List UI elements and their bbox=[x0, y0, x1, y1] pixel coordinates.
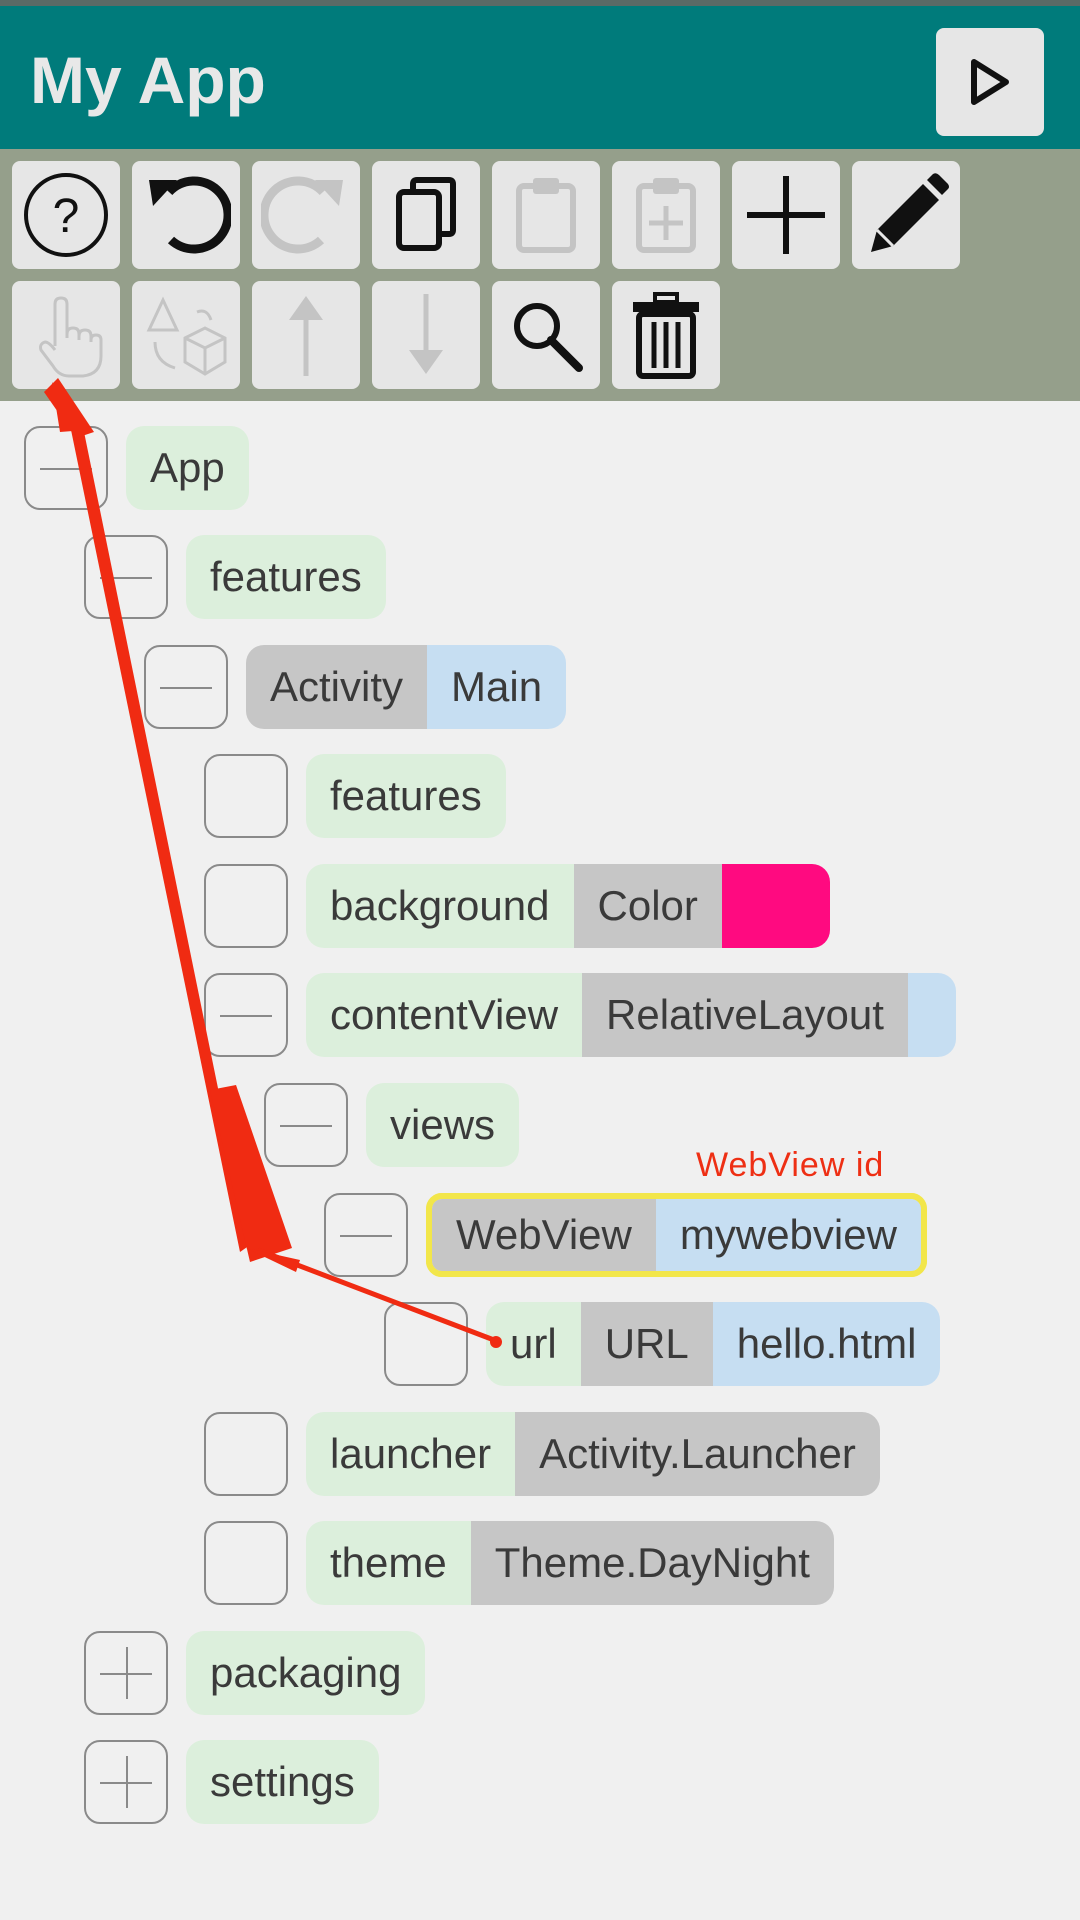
minus-icon bbox=[160, 687, 212, 689]
node-background-type: Color bbox=[573, 864, 722, 948]
redo-button[interactable] bbox=[252, 161, 360, 269]
node-settings-label: settings bbox=[186, 1740, 379, 1824]
node-background[interactable]: background Color bbox=[306, 864, 830, 948]
paste-icon bbox=[516, 178, 576, 253]
move-up-button[interactable] bbox=[252, 281, 360, 389]
node-webview[interactable]: WebView mywebview bbox=[426, 1193, 927, 1277]
node-background-label: background bbox=[306, 864, 574, 948]
app-title: My App bbox=[30, 43, 266, 117]
shapes-transform-icon bbox=[146, 296, 227, 376]
copy-icon bbox=[396, 177, 456, 251]
node-launcher[interactable]: launcher Activity.Launcher bbox=[306, 1412, 880, 1496]
search-button[interactable] bbox=[492, 281, 600, 389]
plus-icon-v bbox=[126, 1647, 128, 1699]
toolbar: ? bbox=[0, 149, 1080, 401]
expand-toggle-settings[interactable] bbox=[84, 1740, 168, 1824]
node-packaging-label: packaging bbox=[186, 1631, 426, 1715]
copy-button[interactable] bbox=[372, 161, 480, 269]
node-theme-label: theme bbox=[306, 1521, 471, 1605]
toggle-activity-features[interactable] bbox=[204, 754, 288, 838]
help-icon: ? bbox=[24, 173, 108, 257]
redo-icon bbox=[261, 176, 343, 254]
node-url-value: hello.html bbox=[712, 1302, 941, 1386]
paste-add-icon bbox=[636, 178, 696, 253]
node-packaging[interactable]: packaging bbox=[186, 1631, 426, 1715]
add-button[interactable] bbox=[732, 161, 840, 269]
node-activity[interactable]: Activity Main bbox=[246, 645, 567, 729]
node-views[interactable]: views bbox=[366, 1083, 520, 1167]
minus-icon bbox=[280, 1125, 332, 1127]
expand-toggle-packaging[interactable] bbox=[84, 1631, 168, 1715]
plus-icon-v bbox=[126, 1756, 128, 1808]
node-contentview[interactable]: contentView RelativeLayout bbox=[306, 973, 956, 1057]
node-contentview-label: contentView bbox=[306, 973, 583, 1057]
node-contentview-type: RelativeLayout bbox=[582, 973, 908, 1057]
arrow-down-icon bbox=[409, 294, 443, 374]
node-launcher-type: Activity.Launcher bbox=[515, 1412, 880, 1496]
undo-button[interactable] bbox=[132, 161, 240, 269]
node-activity-features-label: features bbox=[306, 754, 506, 838]
undo-icon bbox=[149, 176, 231, 254]
node-features-label: features bbox=[186, 535, 386, 619]
search-icon bbox=[514, 303, 583, 372]
node-settings[interactable]: settings bbox=[186, 1740, 379, 1824]
node-launcher-label: launcher bbox=[306, 1412, 516, 1496]
node-activity-features[interactable]: features bbox=[306, 754, 506, 838]
node-webview-value: mywebview bbox=[655, 1199, 921, 1271]
help-button[interactable]: ? bbox=[12, 161, 120, 269]
node-app[interactable]: App bbox=[126, 426, 249, 510]
minus-icon bbox=[340, 1235, 392, 1237]
node-activity-type: Activity bbox=[246, 645, 428, 729]
pencil-icon bbox=[871, 173, 949, 252]
collapse-toggle-contentview[interactable] bbox=[204, 973, 288, 1057]
play-icon bbox=[971, 59, 1009, 105]
toggle-launcher[interactable] bbox=[204, 1412, 288, 1496]
node-url-type: URL bbox=[580, 1302, 713, 1386]
paste-button[interactable] bbox=[492, 161, 600, 269]
node-webview-type: WebView bbox=[432, 1199, 656, 1271]
node-features[interactable]: features bbox=[186, 535, 386, 619]
node-url-label: url bbox=[486, 1302, 581, 1386]
node-activity-value: Main bbox=[427, 645, 567, 729]
svg-text:?: ? bbox=[53, 190, 80, 243]
app-bar: My App bbox=[0, 6, 1080, 149]
object-tree: App features Activity Main features back… bbox=[0, 401, 1080, 1920]
collapse-toggle-activity[interactable] bbox=[144, 645, 228, 729]
node-theme[interactable]: theme Theme.DayNight bbox=[306, 1521, 834, 1605]
collapse-toggle-features[interactable] bbox=[84, 535, 168, 619]
node-views-label: views bbox=[366, 1083, 520, 1167]
node-contentview-value bbox=[907, 973, 956, 1057]
node-url[interactable]: url URL hello.html bbox=[486, 1302, 941, 1386]
node-app-label: App bbox=[126, 426, 249, 510]
toggle-url[interactable] bbox=[384, 1302, 468, 1386]
node-theme-type: Theme.DayNight bbox=[470, 1521, 834, 1605]
arrow-up-icon bbox=[289, 296, 323, 376]
collapse-toggle-views[interactable] bbox=[264, 1083, 348, 1167]
edit-button[interactable] bbox=[852, 161, 960, 269]
trash-icon bbox=[633, 292, 699, 379]
transform-button[interactable] bbox=[132, 281, 240, 389]
toggle-theme[interactable] bbox=[204, 1521, 288, 1605]
run-button[interactable] bbox=[936, 28, 1044, 136]
collapse-toggle-webview[interactable] bbox=[324, 1193, 408, 1277]
collapse-toggle-app[interactable] bbox=[24, 426, 108, 510]
minus-icon bbox=[100, 577, 152, 579]
delete-button[interactable] bbox=[612, 281, 720, 389]
color-swatch[interactable] bbox=[721, 864, 830, 948]
minus-icon bbox=[40, 468, 92, 470]
annotation-label: WebView id bbox=[696, 1146, 885, 1184]
plus-icon bbox=[747, 176, 825, 254]
toggle-background[interactable] bbox=[204, 864, 288, 948]
minus-icon bbox=[220, 1015, 272, 1017]
paste-add-button[interactable] bbox=[612, 161, 720, 269]
select-button[interactable] bbox=[12, 281, 120, 389]
move-down-button[interactable] bbox=[372, 281, 480, 389]
hand-pointer-icon bbox=[39, 296, 103, 378]
